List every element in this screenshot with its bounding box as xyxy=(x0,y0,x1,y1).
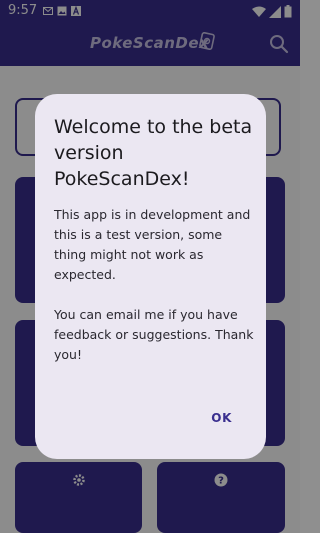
dialog-body: This app is in development and this is a… xyxy=(54,205,254,385)
dialog-paragraph-2: You can email me if you have feedback or… xyxy=(54,307,254,362)
dialog-paragraph-1: This app is in development and this is a… xyxy=(54,207,251,282)
welcome-dialog: Welcome to the beta version PokeScanDex!… xyxy=(35,94,266,459)
app-screen: 9:57 PokeScanDex ? Welcome to the beta v… xyxy=(0,0,300,533)
ok-button[interactable]: OK xyxy=(205,407,238,429)
dialog-title: Welcome to the beta version PokeScanDex! xyxy=(54,116,253,190)
